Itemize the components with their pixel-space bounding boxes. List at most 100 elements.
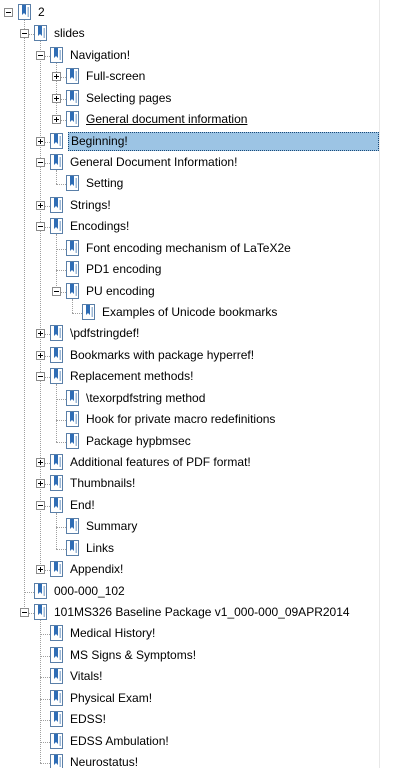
- tree-row-ms-signs-symptoms[interactable]: MS Signs & Symptoms!: [0, 646, 410, 667]
- plus-icon[interactable]: [36, 458, 45, 468]
- bookmark-label[interactable]: Hook for private macro redefinitions: [84, 410, 277, 429]
- tree-row-edss-ambulation[interactable]: EDSS Ambulation!: [0, 732, 410, 753]
- tree-row-physical-exam[interactable]: Physical Exam!: [0, 689, 410, 710]
- bookmark-label[interactable]: PD1 encoding: [84, 260, 163, 279]
- tree-row-hook-for-private-macro-redefinitions[interactable]: Hook for private macro redefinitions: [0, 410, 410, 431]
- bookmark-label[interactable]: Beginning!: [68, 131, 379, 151]
- bookmark-label[interactable]: General Document Information!: [68, 153, 239, 172]
- tree-row-pd1-encoding[interactable]: PD1 encoding: [0, 260, 410, 281]
- bookmark-label[interactable]: EDSS Ambulation!: [68, 732, 171, 751]
- minus-icon[interactable]: [52, 286, 61, 296]
- tree-row-edss[interactable]: EDSS!: [0, 710, 410, 731]
- tree-row-examples-of-unicode-bookmarks[interactable]: Examples of Unicode bookmarks: [0, 303, 410, 324]
- tree-row-end[interactable]: End!: [0, 496, 410, 517]
- tree-row-setting[interactable]: Setting: [0, 174, 410, 195]
- bookmark-label[interactable]: Bookmarks with package hyperref!: [68, 346, 256, 365]
- plus-icon[interactable]: [36, 479, 45, 489]
- tree-row-pu-encoding[interactable]: PU encoding: [0, 282, 410, 303]
- tree-row-thumbnails[interactable]: Thumbnails!: [0, 474, 410, 495]
- tree-row-bookmarks-with-package-hyperref[interactable]: Bookmarks with package hyperref!: [0, 346, 410, 367]
- bookmark-label[interactable]: Strings!: [68, 196, 113, 215]
- tree-row-general-document-information[interactable]: General Document Information!: [0, 153, 410, 174]
- bookmark-label[interactable]: Appendix!: [68, 560, 125, 579]
- tree-row-appendix[interactable]: Appendix!: [0, 560, 410, 581]
- bookmark-label[interactable]: Thumbnails!: [68, 474, 137, 493]
- tree-row-package-hypbmsec[interactable]: Package hypbmsec: [0, 432, 410, 453]
- bookmark-label[interactable]: Vitals!: [68, 667, 104, 686]
- tree-row-links[interactable]: Links: [0, 539, 410, 560]
- bookmarks-tree[interactable]: 2 slides Navigation! Full-screen Selecting p…: [0, 0, 410, 768]
- minus-icon[interactable]: [36, 158, 45, 167]
- tree-row-full-screen[interactable]: Full-screen: [0, 67, 410, 88]
- bookmark-label[interactable]: Setting: [84, 174, 125, 193]
- plus-icon[interactable]: [36, 350, 45, 360]
- bookmark-icon: [50, 754, 63, 768]
- tree-row-101ms326-baseline-package-v1-000-000-09apr2014[interactable]: 101MS326 Baseline Package v1_000-000_09A…: [0, 603, 410, 624]
- tree-row-slides[interactable]: slides: [0, 24, 410, 45]
- minus-icon[interactable]: [20, 608, 29, 618]
- tree-row-selecting-pages[interactable]: Selecting pages: [0, 89, 410, 110]
- tree-row-summary[interactable]: Summary: [0, 517, 410, 538]
- bookmark-label[interactable]: Selecting pages: [84, 89, 173, 108]
- tree-row-medical-history[interactable]: Medical History!: [0, 624, 410, 645]
- tree-row-neurostatus[interactable]: Neurostatus!: [0, 753, 410, 768]
- bookmark-label[interactable]: Package hypbmsec: [84, 432, 193, 451]
- minus-icon[interactable]: [36, 50, 45, 60]
- bookmark-icon: [50, 561, 63, 578]
- tree-row-general-document-information[interactable]: General document information: [0, 110, 410, 131]
- bookmark-label[interactable]: Navigation!: [68, 46, 132, 65]
- bookmark-label[interactable]: Summary: [84, 517, 139, 536]
- plus-icon[interactable]: [36, 136, 45, 146]
- tree-row-strings[interactable]: Strings!: [0, 196, 410, 217]
- bookmark-label[interactable]: 101MS326 Baseline Package v1_000-000_09A…: [52, 603, 352, 622]
- bookmark-label[interactable]: Physical Exam!: [68, 689, 154, 708]
- tree-row-font-encoding-mechanism-of-latex2e[interactable]: Font encoding mechanism of LaTeX2e: [0, 239, 410, 260]
- bookmark-label[interactable]: 2: [36, 3, 47, 22]
- bookmark-label[interactable]: End!: [68, 496, 97, 515]
- minus-icon[interactable]: [36, 372, 45, 382]
- bookmark-label[interactable]: Neurostatus!: [68, 753, 140, 768]
- bookmark-label[interactable]: Additional features of PDF format!: [68, 453, 253, 472]
- tree-connector: [56, 184, 66, 186]
- bookmark-label[interactable]: Examples of Unicode bookmarks: [100, 303, 279, 322]
- bookmark-label[interactable]: PU encoding: [84, 282, 157, 301]
- bookmark-icon: [50, 218, 63, 235]
- tree-row-pdfstringdef[interactable]: \pdfstringdef!: [0, 324, 410, 345]
- plus-icon[interactable]: [52, 115, 61, 125]
- tree-row-replacement-methods[interactable]: Replacement methods!: [0, 367, 410, 388]
- tree-row-2[interactable]: 2: [0, 3, 410, 24]
- bookmark-label[interactable]: Full-screen: [84, 67, 147, 86]
- bookmark-label[interactable]: 000-000_102: [52, 582, 127, 601]
- bookmark-label[interactable]: slides: [52, 24, 87, 43]
- tree-row-encodings[interactable]: Encodings!: [0, 217, 410, 238]
- bookmark-label[interactable]: Links: [84, 539, 116, 558]
- minus-icon[interactable]: [20, 29, 29, 39]
- tree-row-additional-features-of-pdf-format[interactable]: Additional features of PDF format!: [0, 453, 410, 474]
- bookmark-label[interactable]: \texorpdfstring method: [84, 389, 207, 408]
- plus-icon[interactable]: [36, 329, 45, 339]
- plus-icon[interactable]: [36, 565, 45, 575]
- minus-icon[interactable]: [36, 500, 45, 510]
- minus-icon[interactable]: [36, 222, 45, 232]
- tree-connector: [56, 398, 66, 400]
- bookmark-label[interactable]: Replacement methods!: [68, 367, 195, 386]
- plus-icon[interactable]: [36, 200, 45, 210]
- tree-connector: [40, 763, 50, 765]
- bookmark-label[interactable]: MS Signs & Symptoms!: [68, 646, 198, 665]
- tree-row-navigation[interactable]: Navigation!: [0, 46, 410, 67]
- bookmark-label[interactable]: General document information: [84, 110, 249, 129]
- bookmark-label[interactable]: EDSS!: [68, 710, 108, 729]
- bookmark-icon: [50, 711, 63, 728]
- panel-edge: [379, 0, 380, 768]
- plus-icon[interactable]: [52, 93, 61, 103]
- tree-row-000-000-102[interactable]: 000-000_102: [0, 582, 410, 603]
- minus-icon[interactable]: [4, 8, 13, 17]
- tree-row-beginning[interactable]: Beginning!: [0, 131, 410, 153]
- bookmark-label[interactable]: Encodings!: [68, 217, 131, 236]
- bookmark-label[interactable]: Medical History!: [68, 624, 157, 643]
- bookmark-label[interactable]: \pdfstringdef!: [68, 324, 141, 343]
- tree-row-texorpdfstring-method[interactable]: \texorpdfstring method: [0, 389, 410, 410]
- bookmark-label[interactable]: Font encoding mechanism of LaTeX2e: [84, 239, 293, 258]
- plus-icon[interactable]: [52, 72, 61, 82]
- tree-row-vitals[interactable]: Vitals!: [0, 667, 410, 688]
